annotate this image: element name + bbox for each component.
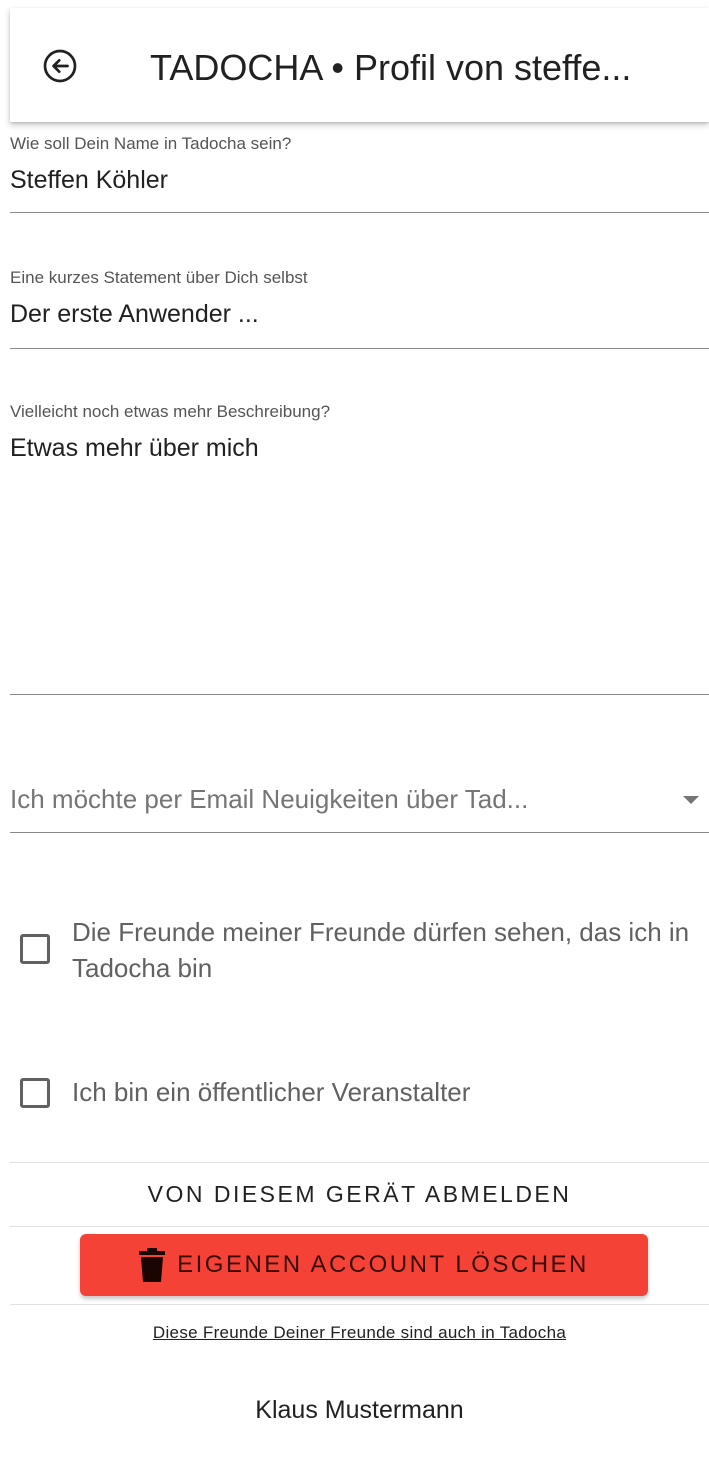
trash-icon (139, 1248, 166, 1282)
description-textarea[interactable]: Etwas mehr über mich (10, 434, 259, 463)
statement-field-label: Eine kurzes Statement über Dich selbst (10, 268, 308, 287)
divider (10, 1162, 709, 1163)
public-organizer-option[interactable]: Ich bin ein öffentlicher Veranstalter (10, 1074, 709, 1114)
description-field-label: Vielleicht noch etwas mehr Beschreibung? (10, 402, 331, 421)
app-bar: TADOCHA • Profil von steffe... (10, 8, 709, 122)
divider (10, 1304, 709, 1305)
delete-account-button[interactable]: EIGENEN ACCOUNT LÖSCHEN (80, 1234, 648, 1296)
description-field[interactable]: Vielleicht noch etwas mehr Beschreibung?… (10, 396, 709, 696)
arrow-left-circle-icon (43, 49, 77, 83)
divider (10, 1226, 709, 1227)
friends-visibility-checkbox[interactable] (20, 934, 50, 964)
public-organizer-checkbox[interactable] (20, 1078, 50, 1108)
description-field-underline (10, 694, 709, 695)
name-field-label: Wie soll Dein Name in Tadocha sein? (10, 134, 292, 153)
delete-account-label: EIGENEN ACCOUNT LÖSCHEN (177, 1251, 589, 1278)
page-title: TADOCHA • Profil von steffe... (150, 47, 632, 88)
friends-visibility-option[interactable]: Die Freunde meiner Freunde dürfen sehen,… (10, 912, 709, 992)
name-field-underline (10, 212, 709, 213)
caret-down-icon[interactable] (683, 796, 699, 804)
newsletter-select-underline (10, 832, 709, 833)
back-button[interactable] (42, 48, 78, 84)
list-item[interactable]: Klaus Mustermann (10, 1396, 709, 1425)
public-organizer-label: Ich bin ein öffentlicher Veranstalter (72, 1077, 471, 1107)
name-input[interactable]: Steffen Köhler (10, 166, 168, 195)
statement-field-underline (10, 348, 709, 349)
statement-field[interactable]: Eine kurzes Statement über Dich selbst D… (10, 262, 709, 352)
newsletter-select[interactable]: Ich möchte per Email Neuigkeiten über Ta… (10, 784, 640, 815)
friends-visibility-label: Die Freunde meiner Freunde dürfen sehen,… (72, 917, 690, 983)
name-field[interactable]: Wie soll Dein Name in Tadocha sein? Stef… (10, 128, 709, 216)
logout-button[interactable]: VON DIESEM GERÄT ABMELDEN (10, 1168, 709, 1220)
friends-of-friends-link[interactable]: Diese Freunde Deiner Freunde sind auch i… (10, 1323, 709, 1343)
statement-input[interactable]: Der erste Anwender ... (10, 300, 259, 329)
